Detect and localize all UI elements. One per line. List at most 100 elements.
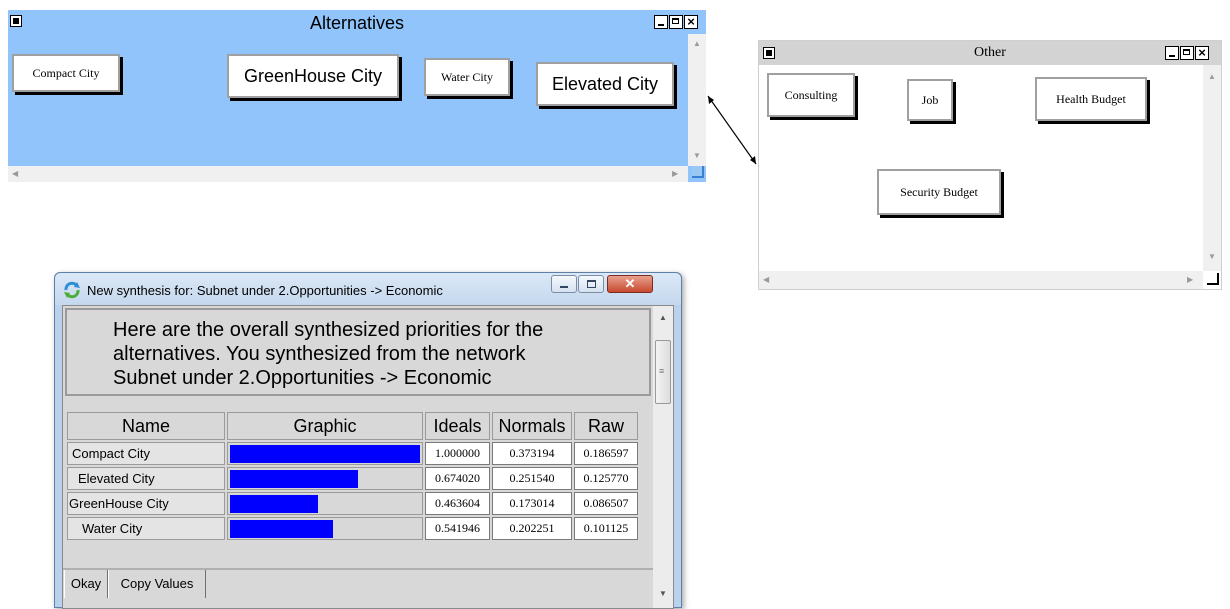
node-label: Health Budget xyxy=(1056,92,1126,106)
scroll-right-icon[interactable]: ▶ xyxy=(672,170,678,178)
other-title: Other xyxy=(974,45,1006,60)
close-icon[interactable]: × xyxy=(684,15,698,29)
node-compact-city[interactable]: Compact City xyxy=(14,56,118,90)
other-title-bar[interactable]: Other xyxy=(759,41,1221,65)
priority-bar xyxy=(230,444,420,463)
node-label: Job xyxy=(921,93,939,107)
scroll-left-icon[interactable]: ◀ xyxy=(12,170,18,178)
row-ideal: 0.674020 xyxy=(425,467,490,490)
row-raw: 0.186597 xyxy=(574,442,638,465)
maximize-icon[interactable] xyxy=(669,15,683,29)
minimize-button[interactable] xyxy=(551,275,577,293)
column-header-normals[interactable]: Normals xyxy=(492,412,572,440)
priority-bar xyxy=(230,494,318,513)
node-label: Consulting xyxy=(784,88,838,102)
message-line: Here are the overall synthesized priorit… xyxy=(113,319,544,341)
resize-grip-icon[interactable] xyxy=(1207,273,1219,285)
row-graphic xyxy=(227,442,423,465)
row-name: Water City xyxy=(67,517,225,540)
scroll-thumb[interactable]: ≡ xyxy=(655,340,671,404)
vertical-scrollbar[interactable]: ▲ ≡ ▼ xyxy=(653,306,673,608)
node-greenhouse-city[interactable]: GreenHouse City xyxy=(229,56,397,96)
scroll-up-icon[interactable]: ▲ xyxy=(693,40,701,48)
scroll-up-icon[interactable]: ▲ xyxy=(659,314,667,322)
row-name: Elevated City xyxy=(67,467,225,490)
system-menu-icon[interactable] xyxy=(763,47,775,59)
column-header-graphic[interactable]: Graphic xyxy=(227,412,423,440)
message-line: Subnet under 2.Opportunities -> Economic xyxy=(113,367,492,389)
priorities-table: Name Graphic Ideals Normals Raw Compact … xyxy=(65,410,640,542)
node-label: Security Budget xyxy=(900,185,978,199)
row-name: GreenHouse City xyxy=(67,492,225,515)
row-normal: 0.202251 xyxy=(492,517,572,540)
scroll-down-icon[interactable]: ▼ xyxy=(659,590,667,598)
node-label: Water City xyxy=(440,70,494,84)
synthesis-title: New synthesis for: Subnet under 2.Opport… xyxy=(87,283,443,298)
row-graphic xyxy=(227,517,423,540)
node-job[interactable]: Job xyxy=(909,81,951,119)
node-label: Compact City xyxy=(32,66,100,80)
grip-icon: ≡ xyxy=(659,366,665,376)
synthesis-message-box: Here are the overall synthesized priorit… xyxy=(65,308,651,396)
priority-bar xyxy=(230,519,333,538)
row-normal: 0.251540 xyxy=(492,467,572,490)
horizontal-scrollbar[interactable]: ◀ ▶ xyxy=(8,166,688,182)
system-menu-icon[interactable] xyxy=(10,15,22,27)
scroll-right-icon[interactable]: ▶ xyxy=(1187,276,1193,284)
copy-values-button[interactable]: Copy Values xyxy=(108,570,206,598)
row-ideal: 0.463604 xyxy=(425,492,490,515)
node-elevated-city[interactable]: Elevated City xyxy=(538,64,672,104)
table-row[interactable]: Compact City 1.000000 0.373194 0.186597 xyxy=(67,442,638,465)
row-normal: 0.173014 xyxy=(492,492,572,515)
row-graphic xyxy=(227,467,423,490)
horizontal-scrollbar[interactable]: ◀ ▶ xyxy=(759,271,1203,289)
scroll-down-icon[interactable]: ▼ xyxy=(1208,253,1216,261)
node-health-budget[interactable]: Health Budget xyxy=(1037,79,1145,119)
minimize-icon[interactable] xyxy=(654,15,668,29)
maximize-icon xyxy=(587,280,596,288)
priority-bar xyxy=(230,469,358,488)
scroll-left-icon[interactable]: ◀ xyxy=(763,276,769,284)
maximize-icon[interactable] xyxy=(1180,46,1194,60)
table-row[interactable]: GreenHouse City 0.463604 0.173014 0.0865… xyxy=(67,492,638,515)
row-raw: 0.101125 xyxy=(574,517,638,540)
node-label: Elevated City xyxy=(551,74,659,94)
row-normal: 0.373194 xyxy=(492,442,572,465)
alternatives-canvas[interactable]: Compact City GreenHouse City Water City … xyxy=(8,34,688,166)
row-name: Compact City xyxy=(67,442,225,465)
synthesis-message: Here are the overall synthesized priorit… xyxy=(113,318,543,390)
row-ideal: 1.000000 xyxy=(425,442,490,465)
node-water-city[interactable]: Water City xyxy=(426,60,508,94)
minimize-icon[interactable] xyxy=(1165,46,1179,60)
scroll-up-icon[interactable]: ▲ xyxy=(1208,73,1216,81)
synthesis-title-bar[interactable]: New synthesis for: Subnet under 2.Opport… xyxy=(55,273,681,305)
vertical-scrollbar[interactable]: ▲ ▼ xyxy=(1203,65,1221,271)
connection-arrow xyxy=(707,95,757,165)
column-header-name[interactable]: Name xyxy=(67,412,225,440)
synthesis-dialog: New synthesis for: Subnet under 2.Opport… xyxy=(54,272,682,609)
alternatives-window: Alternatives × Compact City GreenHouse C… xyxy=(8,10,706,182)
close-button[interactable]: ✕ xyxy=(607,275,653,293)
row-raw: 0.086507 xyxy=(574,492,638,515)
maximize-button[interactable] xyxy=(578,275,604,293)
minimize-icon xyxy=(560,286,568,288)
node-security-budget[interactable]: Security Budget xyxy=(879,171,999,213)
column-header-raw[interactable]: Raw xyxy=(574,412,638,440)
close-icon: ✕ xyxy=(624,276,636,291)
close-icon[interactable]: × xyxy=(1195,46,1209,60)
node-consulting[interactable]: Consulting xyxy=(769,75,853,115)
table-row[interactable]: Water City 0.541946 0.202251 0.101125 xyxy=(67,517,638,540)
node-label: GreenHouse City xyxy=(243,66,383,86)
synthesis-content: Here are the overall synthesized priorit… xyxy=(62,305,674,609)
alternatives-title-bar[interactable]: Alternatives xyxy=(8,10,706,34)
row-raw: 0.125770 xyxy=(574,467,638,490)
okay-button[interactable]: Okay xyxy=(64,570,108,598)
table-row[interactable]: Elevated City 0.674020 0.251540 0.125770 xyxy=(67,467,638,490)
other-window: Other × Consulting Job Health Budget Sec… xyxy=(758,40,1222,290)
row-graphic xyxy=(227,492,423,515)
row-ideal: 0.541946 xyxy=(425,517,490,540)
message-line: alternatives. You synthesized from the n… xyxy=(113,343,526,365)
alternatives-title: Alternatives xyxy=(309,13,405,33)
column-header-ideals[interactable]: Ideals xyxy=(425,412,490,440)
refresh-icon xyxy=(64,281,80,299)
